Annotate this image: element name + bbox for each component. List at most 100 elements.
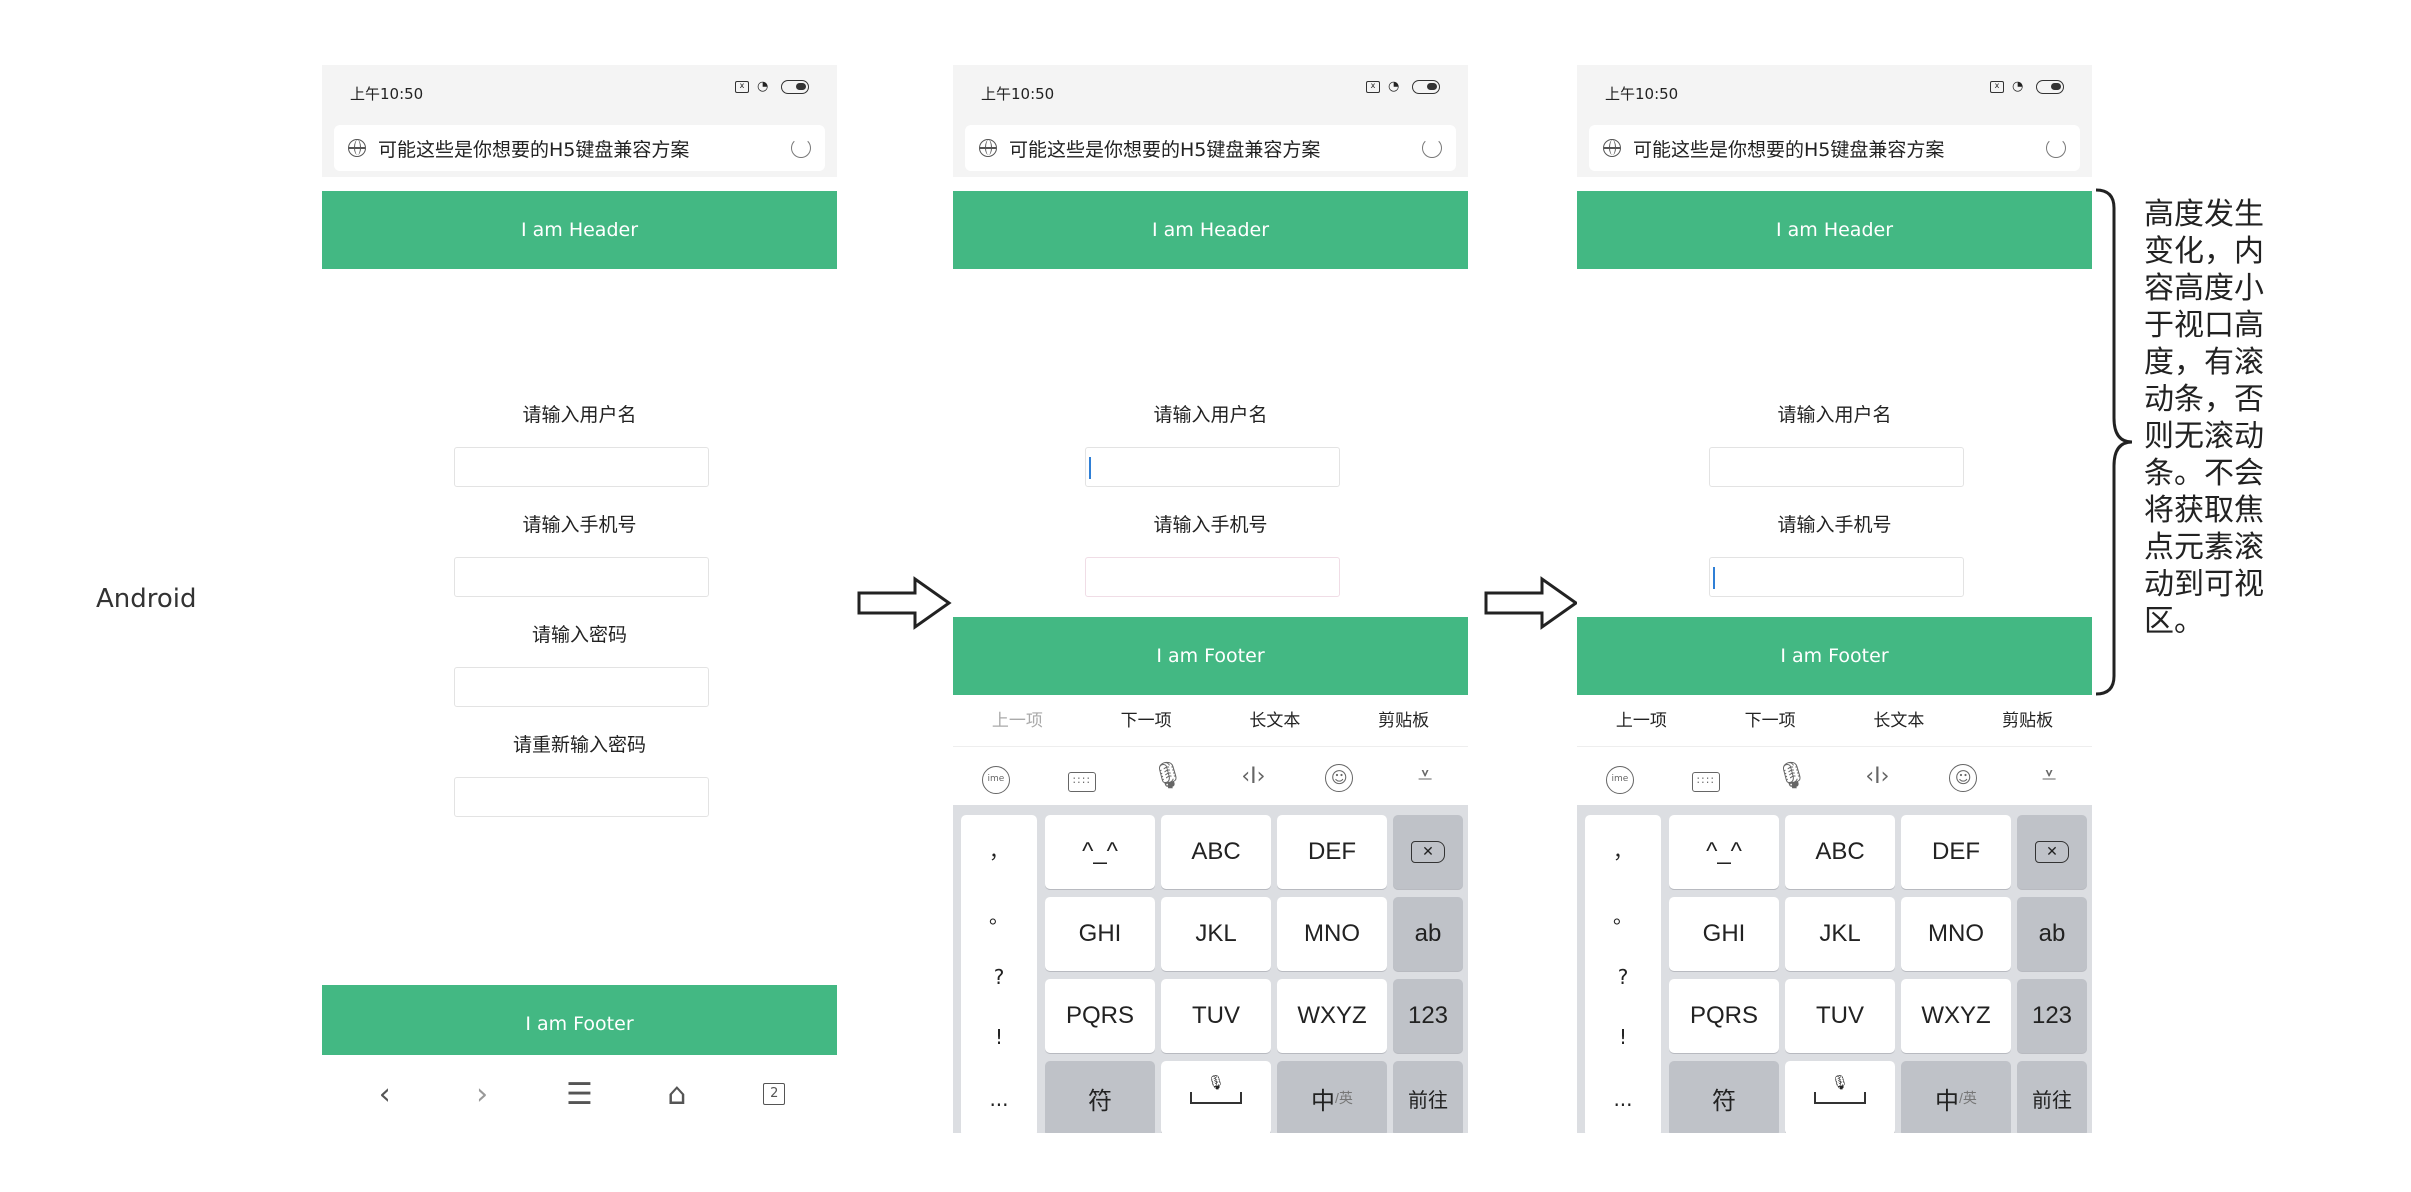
key-ab[interactable]: ab: [2017, 897, 2087, 971]
confirm-password-input[interactable]: [454, 777, 709, 817]
key-emoticon[interactable]: ^_^: [1045, 815, 1155, 889]
phone-screen-1: 上午10:50 x ◔ 可能这些是你想要的H5键盘兼容方案 I am Heade…: [322, 65, 837, 1133]
phone-input[interactable]: [1709, 557, 1964, 597]
key-jkl[interactable]: JKL: [1161, 897, 1271, 971]
key-def[interactable]: DEF: [1277, 815, 1387, 889]
key-ghi[interactable]: GHI: [1669, 897, 1779, 971]
phone-screen-3: 上午10:50 x ◔ 可能这些是你想要的H5键盘兼容方案 I am Heade…: [1577, 65, 2092, 1133]
prev-item-button[interactable]: 上一项: [953, 695, 1082, 746]
battery-icon: [1412, 80, 1440, 94]
key-wxyz[interactable]: WXYZ: [1277, 979, 1387, 1053]
keyboard-layout-icon[interactable]: ::::: [1057, 760, 1107, 792]
punct-key[interactable]: ，: [961, 835, 1037, 864]
key-symbol[interactable]: 符: [1669, 1061, 1779, 1133]
url-box[interactable]: 可能这些是你想要的H5键盘兼容方案: [1589, 125, 2080, 171]
home-icon[interactable]: ⌂: [652, 1077, 702, 1112]
key-go[interactable]: 前往: [2017, 1061, 2087, 1133]
key-abc[interactable]: ABC: [1161, 815, 1271, 889]
ime-logo-icon[interactable]: ime: [971, 758, 1021, 794]
backspace-key[interactable]: ✕: [1393, 815, 1463, 889]
cursor-move-icon[interactable]: ‹I›: [1228, 764, 1278, 789]
punct-key[interactable]: ?: [961, 965, 1037, 989]
username-input[interactable]: [1085, 447, 1340, 487]
virtual-keyboard: ， 。 ? ! ... ^_^ ABC DEF ✕ GHI JKL MNO ab…: [1577, 805, 2092, 1133]
key-123[interactable]: 123: [2017, 979, 2087, 1053]
address-bar: 可能这些是你想要的H5键盘兼容方案: [1577, 115, 2092, 177]
hide-keyboard-icon[interactable]: ⩡: [1400, 761, 1450, 792]
key-ghi[interactable]: GHI: [1045, 897, 1155, 971]
ime-logo-icon[interactable]: ime: [1595, 758, 1645, 794]
key-pqrs[interactable]: PQRS: [1669, 979, 1779, 1053]
reload-icon[interactable]: [1422, 138, 1442, 158]
key-pqrs[interactable]: PQRS: [1045, 979, 1155, 1053]
punct-key[interactable]: !: [1585, 1025, 1661, 1049]
key-123[interactable]: 123: [1393, 979, 1463, 1053]
key-language[interactable]: 中/英: [1277, 1061, 1387, 1133]
status-time: 上午10:50: [981, 85, 1055, 103]
tabs-icon[interactable]: 2: [749, 1083, 799, 1105]
space-key[interactable]: 🎙︎: [1161, 1061, 1271, 1133]
long-text-button[interactable]: 长文本: [1835, 695, 1964, 746]
punct-key[interactable]: ...: [961, 1087, 1037, 1111]
punct-key[interactable]: 。: [1585, 900, 1661, 929]
forward-icon[interactable]: ›: [457, 1077, 507, 1112]
cursor-move-icon[interactable]: ‹I›: [1852, 764, 1902, 789]
key-mno[interactable]: MNO: [1277, 897, 1387, 971]
back-icon[interactable]: ‹: [360, 1077, 410, 1112]
key-ab[interactable]: ab: [1393, 897, 1463, 971]
reload-icon[interactable]: [791, 138, 811, 158]
space-key[interactable]: 🎙︎: [1785, 1061, 1895, 1133]
reload-icon[interactable]: [2046, 138, 2066, 158]
battery-icon: [781, 80, 809, 94]
clipboard-button[interactable]: 剪贴板: [1339, 695, 1468, 746]
password-input[interactable]: [454, 667, 709, 707]
wifi-icon: ◔: [757, 79, 769, 94]
key-def[interactable]: DEF: [1901, 815, 2011, 889]
url-box[interactable]: 可能这些是你想要的H5键盘兼容方案: [965, 125, 1456, 171]
key-jkl[interactable]: JKL: [1785, 897, 1895, 971]
url-box[interactable]: 可能这些是你想要的H5键盘兼容方案: [334, 125, 825, 171]
microphone-icon[interactable]: 🎙︎: [1143, 761, 1193, 791]
username-input[interactable]: [1709, 447, 1964, 487]
emoji-icon[interactable]: ☺: [1314, 760, 1364, 792]
phone-label: 请输入手机号: [1153, 514, 1268, 536]
punctuation-column[interactable]: ， 。 ? ! ...: [961, 815, 1037, 1133]
platform-label: Android: [96, 584, 197, 614]
status-bar: 上午10:50 x ◔: [1577, 65, 2092, 115]
menu-icon[interactable]: ☰: [554, 1077, 604, 1112]
punct-key[interactable]: 。: [961, 900, 1037, 929]
long-text-button[interactable]: 长文本: [1211, 695, 1340, 746]
punctuation-column[interactable]: ， 。 ? ! ...: [1585, 815, 1661, 1133]
punct-key[interactable]: ?: [1585, 965, 1661, 989]
punct-key[interactable]: !: [961, 1025, 1037, 1049]
page-footer: I am Footer: [953, 617, 1468, 695]
username-input[interactable]: [454, 447, 709, 487]
keyboard-layout-icon[interactable]: ::::: [1681, 760, 1731, 792]
backspace-key[interactable]: ✕: [2017, 815, 2087, 889]
next-item-button[interactable]: 下一项: [1082, 695, 1211, 746]
phone-input[interactable]: [454, 557, 709, 597]
punct-key[interactable]: ...: [1585, 1087, 1661, 1111]
space-icon: 🎙︎: [1814, 1074, 1866, 1104]
microphone-icon[interactable]: 🎙︎: [1767, 761, 1817, 791]
backspace-icon: ✕: [1411, 841, 1445, 863]
hide-keyboard-icon[interactable]: ⩡: [2024, 761, 2074, 792]
key-tuv[interactable]: TUV: [1785, 979, 1895, 1053]
punct-key[interactable]: ，: [1585, 835, 1661, 864]
key-tuv[interactable]: TUV: [1161, 979, 1271, 1053]
key-abc[interactable]: ABC: [1785, 815, 1895, 889]
key-go[interactable]: 前往: [1393, 1061, 1463, 1133]
brace-icon: [2095, 188, 2133, 696]
key-emoticon[interactable]: ^_^: [1669, 815, 1779, 889]
status-bar: 上午10:50 x ◔: [322, 65, 837, 115]
clipboard-button[interactable]: 剪贴板: [1963, 695, 2092, 746]
prev-item-button[interactable]: 上一项: [1577, 695, 1706, 746]
emoji-icon[interactable]: ☺: [1938, 760, 1988, 792]
key-wxyz[interactable]: WXYZ: [1901, 979, 2011, 1053]
address-bar: 可能这些是你想要的H5键盘兼容方案: [953, 115, 1468, 177]
key-mno[interactable]: MNO: [1901, 897, 2011, 971]
key-symbol[interactable]: 符: [1045, 1061, 1155, 1133]
phone-input[interactable]: [1085, 557, 1340, 597]
key-language[interactable]: 中/英: [1901, 1061, 2011, 1133]
next-item-button[interactable]: 下一项: [1706, 695, 1835, 746]
